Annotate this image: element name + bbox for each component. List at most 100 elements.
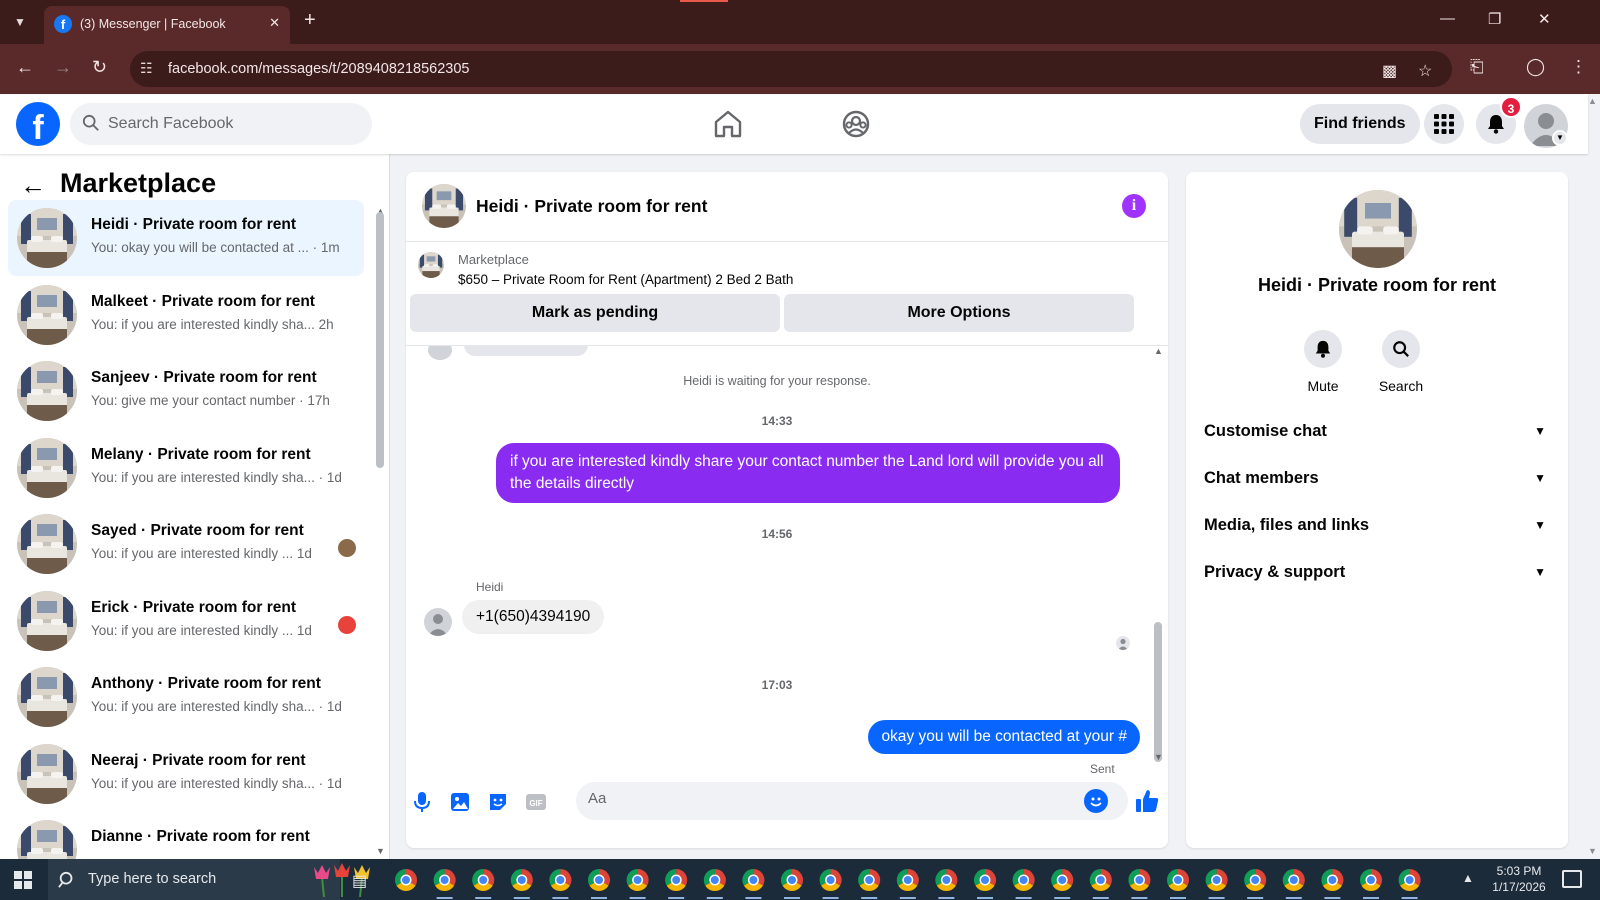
- chrome-profile-app-icon[interactable]: [896, 869, 919, 899]
- back-arrow-icon[interactable]: ←: [16, 57, 34, 78]
- mute-button[interactable]: Mute: [1293, 330, 1353, 394]
- search-in-conversation-button[interactable]: Search: [1371, 330, 1431, 394]
- more-options-button[interactable]: More Options: [784, 294, 1134, 332]
- page-scroll-down-arrow-icon[interactable]: ▼: [1588, 846, 1597, 856]
- thumbs-up-icon[interactable]: [1134, 788, 1160, 814]
- account-chevron-down-icon[interactable]: ▼: [1552, 130, 1568, 146]
- chrome-profile-app-icon[interactable]: [819, 869, 842, 899]
- chrome-profile-app-icon[interactable]: [1321, 869, 1344, 899]
- install-app-icon[interactable]: ▩: [1382, 61, 1397, 81]
- listing-thumbnail[interactable]: [418, 252, 444, 278]
- browser-menu-kebab-icon[interactable]: ⋮: [1570, 57, 1587, 77]
- chrome-profile-app-icon[interactable]: [1012, 869, 1035, 899]
- message-input[interactable]: [588, 790, 1058, 807]
- message-input-box[interactable]: [576, 782, 1128, 820]
- thread-scrollbar[interactable]: [1154, 622, 1162, 762]
- outgoing-message[interactable]: if you are interested kindly share your …: [496, 443, 1120, 503]
- window-restore-icon[interactable]: ❐: [1488, 10, 1501, 28]
- chrome-profile-app-icon[interactable]: [703, 869, 726, 899]
- bookmark-star-icon[interactable]: ☆: [1418, 61, 1432, 81]
- chrome-app-icon[interactable]: [395, 869, 417, 891]
- photo-icon[interactable]: [448, 790, 472, 814]
- conversation-item[interactable]: Melany · Private room for rent You: if yo…: [8, 430, 364, 506]
- browser-tab-messenger[interactable]: f (3) Messenger | Facebook ✕: [44, 6, 290, 44]
- conversation-item[interactable]: Malkeet · Private room for rent You: if y…: [8, 277, 364, 353]
- conversation-item[interactable]: Anthony · Private room for rent You: if y…: [8, 659, 364, 735]
- conversation-item[interactable]: Sayed · Private room for rent You: if you…: [8, 506, 364, 582]
- microphone-icon[interactable]: [410, 790, 434, 814]
- customise-chat-row[interactable]: Customise chat ▼: [1204, 412, 1550, 452]
- conversation-item[interactable]: Neeraj · Private room for rent You: if yo…: [8, 736, 364, 812]
- outgoing-message-latest[interactable]: okay you will be contacted at your #: [868, 720, 1140, 754]
- chrome-profile-app-icon[interactable]: [433, 869, 456, 899]
- window-minimize-icon[interactable]: —: [1440, 10, 1455, 27]
- conversation-item[interactable]: Dianne · Private room for rent: [8, 812, 364, 859]
- conversation-item[interactable]: Erick · Private room for rent You: if you…: [8, 583, 364, 659]
- tab-close-icon[interactable]: ✕: [269, 15, 280, 31]
- chrome-profile-app-icon[interactable]: [1051, 869, 1074, 899]
- find-friends-button[interactable]: Find friends: [1300, 104, 1420, 144]
- chrome-profile-app-icon[interactable]: [1167, 869, 1189, 899]
- chat-avatar[interactable]: [422, 184, 466, 228]
- chrome-profile-app-icon[interactable]: [974, 869, 997, 899]
- gif-icon[interactable]: GIF: [524, 790, 548, 814]
- chrome-profile-app-icon[interactable]: [742, 869, 765, 899]
- reload-icon[interactable]: ↻: [92, 57, 107, 78]
- new-tab-plus-icon[interactable]: +: [304, 9, 316, 32]
- task-view-icon[interactable]: ▤: [352, 871, 367, 891]
- taskbar-search-box[interactable]: Type here to search: [48, 859, 370, 900]
- home-icon[interactable]: [710, 106, 746, 142]
- windows-start-icon[interactable]: [14, 871, 32, 889]
- conversation-item[interactable]: Sanjeev · Private room for rent You: give…: [8, 353, 364, 429]
- sidebar-scroll-down-arrow-icon[interactable]: ▼: [376, 846, 385, 856]
- chrome-profile-app-icon[interactable]: [665, 869, 688, 899]
- tab-search-chevron-icon[interactable]: ▼: [8, 10, 32, 34]
- chrome-profile-app-icon[interactable]: [858, 869, 881, 899]
- chrome-profile-app-icon[interactable]: [935, 869, 958, 899]
- forward-arrow-icon[interactable]: →: [54, 57, 72, 78]
- groups-icon[interactable]: [838, 106, 874, 142]
- facebook-logo[interactable]: f: [16, 102, 60, 147]
- chrome-profile-app-icon[interactable]: [549, 869, 572, 899]
- privacy-support-row[interactable]: Privacy & support ▼: [1204, 553, 1550, 593]
- taskbar-clock[interactable]: 5:03 PM 1/17/2026: [1482, 863, 1556, 895]
- chrome-profile-app-icon[interactable]: [472, 869, 495, 899]
- conversation-item[interactable]: Heidi · Private room for rent You: okay y…: [8, 200, 364, 276]
- thread-scroll-up-arrow-icon[interactable]: ▲: [1154, 346, 1163, 356]
- chrome-profile-app-icon[interactable]: [1205, 869, 1228, 899]
- address-url[interactable]: facebook.com/messages/t/2089408218562305: [168, 61, 470, 77]
- chrome-profile-app-icon[interactable]: [1282, 869, 1305, 899]
- incoming-message[interactable]: +1(650)4394190: [462, 600, 605, 634]
- chrome-profile-app-icon[interactable]: [781, 869, 803, 899]
- menu-grid-button[interactable]: [1424, 104, 1464, 144]
- extensions-puzzle-icon[interactable]: ⎗: [1470, 57, 1484, 77]
- browser-profile-icon[interactable]: ◯: [1526, 57, 1545, 77]
- chrome-profile-app-icon[interactable]: [1360, 869, 1382, 899]
- page-scroll-up-arrow-icon[interactable]: ▲: [1588, 96, 1597, 106]
- chat-title[interactable]: Heidi · Private room for rent: [476, 196, 707, 217]
- chrome-profile-app-icon[interactable]: [1128, 869, 1151, 899]
- sender-avatar[interactable]: [424, 608, 452, 636]
- back-arrow-icon[interactable]: ←: [20, 170, 46, 201]
- address-bar[interactable]: ☷ facebook.com/messages/t/20894082185623…: [130, 51, 1452, 87]
- chrome-profile-app-icon[interactable]: [1089, 869, 1112, 899]
- conversation-avatar-large[interactable]: [1339, 190, 1417, 268]
- chrome-profile-app-icon[interactable]: [1398, 869, 1421, 899]
- tray-chevron-up-icon[interactable]: ▲: [1462, 871, 1474, 885]
- sidebar-scrollbar[interactable]: [376, 212, 384, 468]
- chrome-profile-app-icon[interactable]: [510, 869, 533, 899]
- action-center-icon[interactable]: [1562, 870, 1582, 888]
- media-files-links-row[interactable]: Media, files and links ▼: [1204, 506, 1550, 546]
- mark-as-pending-button[interactable]: Mark as pending: [410, 294, 780, 332]
- chat-members-row[interactable]: Chat members ▼: [1204, 459, 1550, 499]
- chrome-profile-app-icon[interactable]: [588, 869, 610, 899]
- sticker-icon[interactable]: [486, 790, 510, 814]
- site-info-icon[interactable]: ☷: [140, 60, 153, 77]
- chrome-profile-app-icon[interactable]: [626, 869, 649, 899]
- emoji-icon[interactable]: [1084, 789, 1108, 813]
- thread-scroll-down-arrow-icon[interactable]: ▼: [1154, 752, 1163, 762]
- chrome-profile-app-icon[interactable]: [1244, 869, 1267, 899]
- window-close-icon[interactable]: ✕: [1538, 10, 1551, 28]
- conversation-info-icon[interactable]: i: [1122, 194, 1146, 218]
- listing-title[interactable]: $650 – Private Room for Rent (Apartment)…: [458, 272, 793, 287]
